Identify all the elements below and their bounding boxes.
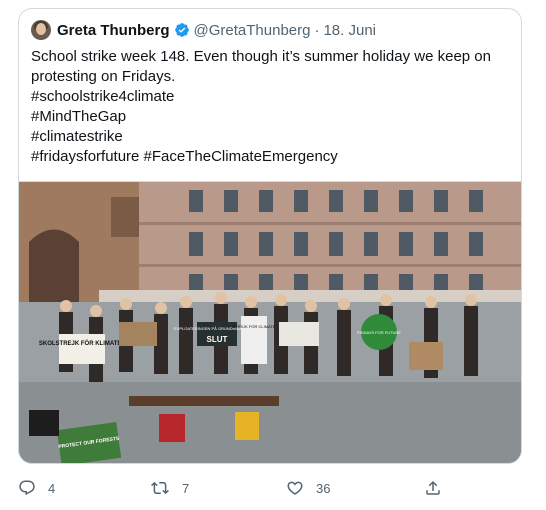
hashtag-link[interactable]: #fridaysforfuture #FaceTheClimateEmergen… (31, 147, 513, 167)
tweet-text-line: protesting on Fridays. (31, 68, 176, 85)
tweet-text-line: School strike week 148. Even though it’s… (31, 48, 491, 65)
hashtag-link[interactable]: #schoolstrike4climate (31, 87, 513, 107)
retweet-count: 7 (182, 480, 190, 496)
sign-text: SLUT (207, 335, 228, 344)
tweet-date[interactable]: 18. Juni (323, 22, 376, 39)
sign-text: FRIDAYS FOR FUTURE (357, 330, 401, 335)
like-count: 36 (316, 480, 331, 496)
retweet-button[interactable]: 7 (150, 476, 189, 500)
author-name[interactable]: Greta Thunberg (57, 22, 170, 39)
reply-icon (19, 480, 35, 496)
hashtag-link[interactable]: #climatestrike (31, 127, 513, 147)
sign-text: SKOLSTREJK FÖR KLIMATET (39, 340, 126, 347)
tweet-text: School strike week 148. Even though it’s… (31, 47, 513, 167)
tweet-photo[interactable]: SKOLSTREJK FÖR KLIMATET EXPLOATERINGEN P… (19, 181, 521, 463)
tweet-card[interactable]: Greta Thunberg @GretaThunberg · 18. Juni… (18, 8, 522, 464)
separator-dot: · (314, 21, 320, 39)
like-button[interactable]: 36 (286, 476, 330, 500)
sign-text: STREJK FÖR CLIMATE (232, 324, 275, 329)
retweet-icon (151, 481, 169, 495)
heart-icon (287, 481, 303, 495)
reply-button[interactable]: 4 (18, 476, 55, 500)
tweet-header: Greta Thunberg @GretaThunberg · 18. Juni (31, 19, 376, 41)
share-icon (426, 480, 440, 495)
author-handle[interactable]: @GretaThunberg (194, 22, 311, 39)
hashtag-link[interactable]: #MindTheGap (31, 107, 513, 127)
avatar[interactable] (31, 20, 51, 40)
verified-badge-icon (174, 22, 190, 38)
tweet-actions: 4 7 36 (0, 476, 546, 500)
reply-count: 4 (48, 480, 56, 496)
share-button[interactable] (424, 476, 442, 500)
